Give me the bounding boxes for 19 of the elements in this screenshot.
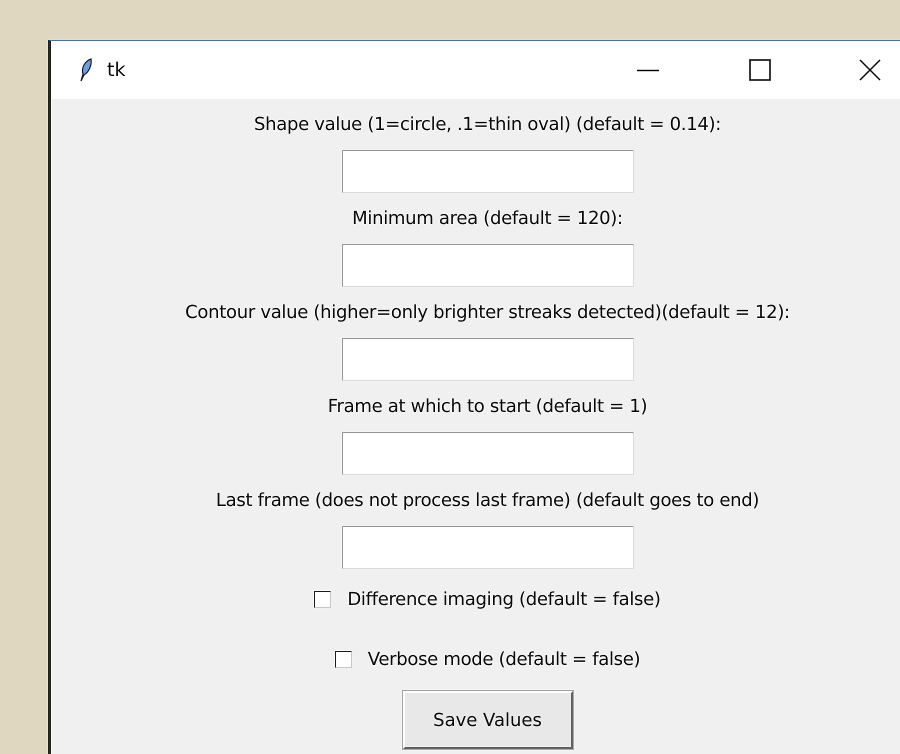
input-field[interactable]: [342, 338, 634, 381]
input-field[interactable]: [342, 432, 634, 475]
checkbox[interactable]: [314, 590, 332, 608]
field-label: Frame at which to start (default = 1): [328, 395, 648, 419]
field-label: Minimum area (default = 120):: [352, 207, 623, 231]
input-field[interactable]: [342, 526, 634, 569]
save-values-button[interactable]: Save Values: [402, 691, 572, 749]
checkbox[interactable]: [334, 650, 352, 668]
field-label: Contour value (higher=only brighter streaks detected)(default = 12):: [185, 301, 790, 325]
close-icon[interactable]: [859, 59, 881, 81]
window-title: tk: [107, 59, 126, 81]
checkbox-label: Difference imaging (default = false): [347, 588, 661, 610]
checkbox-label: Verbose mode (default = false): [368, 648, 640, 670]
field-label: Shape value (1=circle, .1=thin oval) (default = 0.14):: [254, 113, 721, 137]
input-field[interactable]: [342, 150, 634, 193]
input-field[interactable]: [342, 244, 634, 287]
feather-icon: [79, 58, 93, 82]
field-label: Last frame (does not process last frame) (default goes to end): [216, 489, 760, 513]
maximize-icon[interactable]: [749, 59, 771, 81]
